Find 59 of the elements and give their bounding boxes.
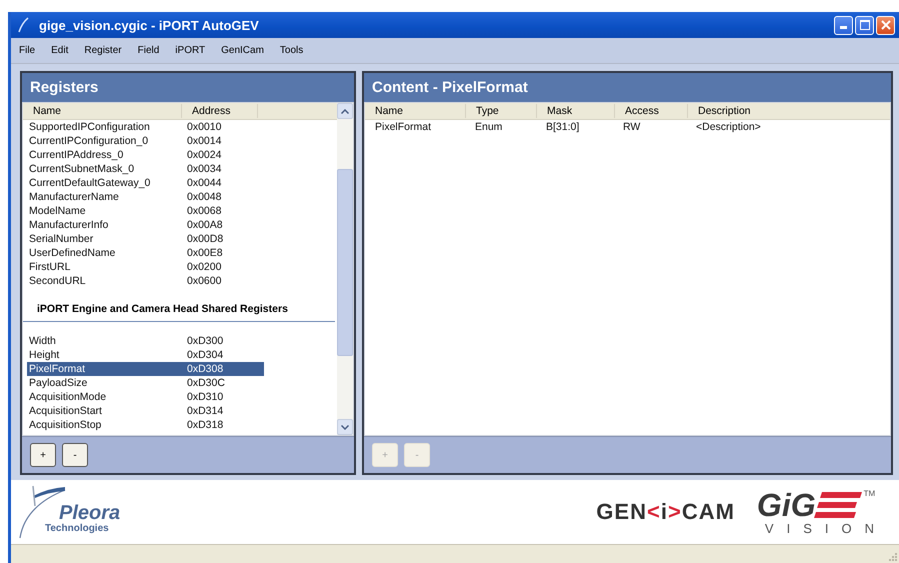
maximize-icon [860,20,870,30]
list-row[interactable]: SerialNumber 0x00D8 [27,232,264,246]
list-row[interactable]: ModelName 0x0068 [27,204,264,218]
column-header[interactable]: Access [615,104,688,118]
scrollbar[interactable] [337,103,353,435]
list-row[interactable]: ManufacturerName 0x0048 [27,190,264,204]
list-row[interactable]: CurrentIPAddress_0 0x0024 [27,148,264,162]
pleora-logo: Pleora Technologies [17,484,120,540]
list-row[interactable]: AcquisitionStart 0xD314 [27,404,264,418]
menu-item[interactable]: Register [84,45,122,56]
list-row[interactable]: AcquisitionStop 0xD318 [27,418,264,432]
list-row[interactable]: PixelFormat Enum B[31:0] RW <Description> [365,120,890,134]
column-header[interactable]: Type [466,104,537,118]
window-title: gige_vision.cygic - iPORT AutoGEV [39,18,260,32]
add-remove-button: - [404,443,430,467]
close-icon [880,20,890,30]
list-row[interactable]: ManufacturerInfo 0x00A8 [27,218,264,232]
column-header[interactable]: Address [182,104,258,118]
list-row[interactable]: CurrentIPConfiguration_0 0x0014 [27,134,264,148]
resize-grip-icon [887,551,897,561]
app-icon [17,17,29,33]
genicam-logo: GEN<i>CAM [596,499,735,525]
chevron-down-icon [341,424,349,430]
chevron-up-icon [341,108,349,114]
list-row[interactable]: SupportedIPConfiguration 0x0010 [27,120,264,134]
add-remove-button: + [372,443,398,467]
add-remove-button[interactable]: + [30,443,56,467]
list-row[interactable]: CurrentSubnetMask_0 0x0034 [27,162,264,176]
scroll-thumb[interactable] [337,169,353,356]
column-header[interactable]: Name [365,104,466,118]
stripes-icon [814,490,862,520]
panel-title: Registers [22,73,354,102]
menu-item[interactable]: File [19,45,36,56]
scroll-up-button[interactable] [337,103,353,119]
list-row[interactable]: PayloadSize 0xD30C [27,376,264,390]
close-button[interactable] [876,16,895,34]
list-row[interactable]: CurrentDefaultGateway_0 0x0044 [27,176,264,190]
menu-item[interactable]: Tools [280,45,304,56]
column-header[interactable]: Description [688,104,890,118]
list-row[interactable]: SecondURL 0x0600 [27,274,264,288]
gige-vision-logo: GiG TM VISION [756,488,887,536]
list-row[interactable]: Height 0xD304 [27,348,264,362]
add-remove-button[interactable]: - [62,443,88,467]
group-heading: iPORT Engine and Camera Head Shared Registers [23,288,335,322]
list-row[interactable]: UserDefinedName 0x00E8 [27,246,264,260]
maximize-button[interactable] [855,16,874,34]
menu-item[interactable]: Field [138,45,160,56]
list-row[interactable]: FirstURL 0x0200 [27,260,264,274]
scroll-down-button[interactable] [337,419,353,435]
menu-item[interactable]: iPORT [175,45,206,56]
panel-title: Content - PixelFormat [364,73,891,102]
menu-item[interactable]: Edit [51,45,68,56]
list-row[interactable]: Width 0xD300 [27,334,264,348]
list-row[interactable]: PixelFormat 0xD308 [27,362,264,376]
column-header[interactable]: Name [23,104,182,118]
column-header[interactable]: Mask [537,104,615,118]
minimize-button[interactable] [834,16,853,34]
menu-item[interactable]: GenICam [221,45,264,56]
list-row[interactable]: AcquisitionMode 0xD310 [27,390,264,404]
